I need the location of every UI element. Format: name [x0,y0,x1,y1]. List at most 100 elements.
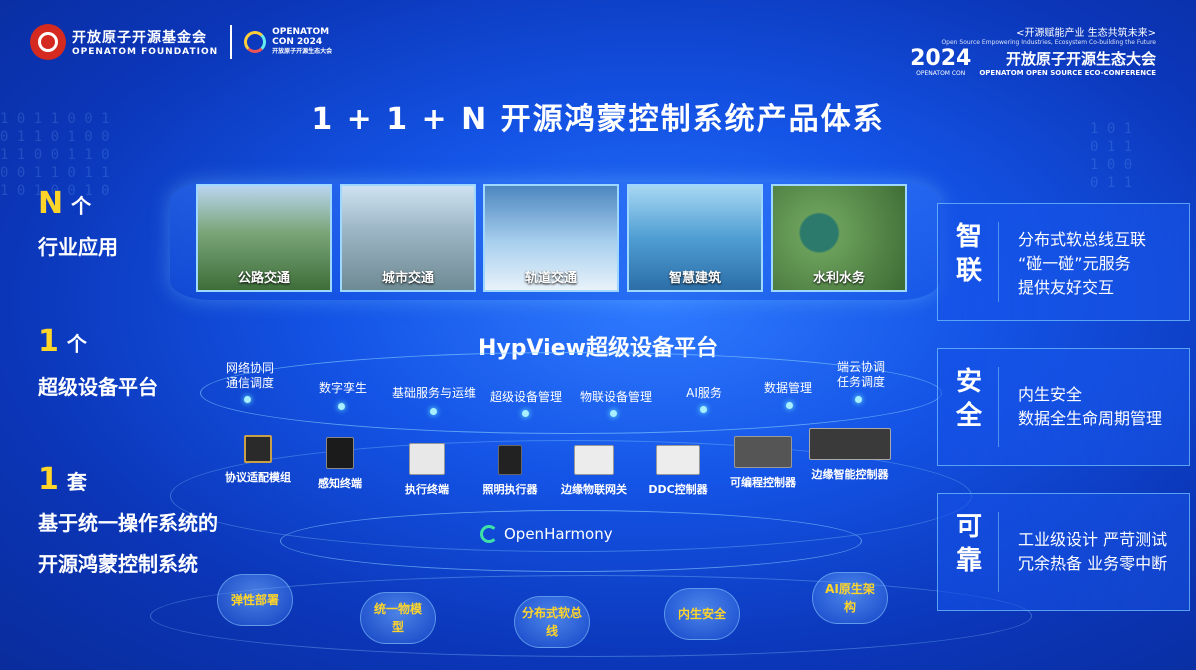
service-label: 端云协调 [836,360,885,374]
industry-tile-smart-building: 智慧建筑 [627,184,763,292]
service-dot [786,402,793,409]
label-system-desc2: 开源鸿蒙控制系统 [38,552,198,576]
card-heading-char2: 全 [956,401,983,431]
feature-cloud: 内生安全 [664,588,740,640]
cloud-label-line2: 型 [391,620,404,634]
edge-controller-icon [809,428,891,460]
device-sensor-terminal: 感知终端 [308,437,372,491]
cloud-label-line2: 构 [843,600,856,614]
card-lines: 工业级设计 严苛测试 冗余热备 业务零中断 [1018,528,1167,576]
card-heading-char1: 安 [956,367,983,397]
openharmony-label: OpenHarmony [504,525,613,543]
service-label: 物联设备管理 [579,390,652,404]
device-edge-smart-controller: 边缘智能控制器 [800,428,900,482]
conference-logo: <开源赋能产业 生态共筑未来> Open Source Empowering I… [910,24,1156,77]
header-logo-group: 开放原子开源基金会 OPENATOM FOUNDATION OPENATOM C… [30,24,332,60]
device-label: DDC控制器 [648,483,708,496]
device-protocol-module: 协议适配模组 [218,435,298,485]
org-name-en: OPENATOM FOUNDATION [72,47,219,57]
label-n-desc: 行业应用 [38,235,118,259]
card-heading: 智联 [956,220,986,288]
device-label: 执行终端 [405,483,449,496]
feature-card-reliability: 可靠 工业级设计 严苛测试 冗余热备 业务零中断 [937,493,1190,611]
industry-caption: 水利水务 [812,271,865,286]
con-line2: CON 2024 [272,37,323,47]
industry-caption: 智慧建筑 [668,271,721,286]
openharmony-logo: OpenHarmony [480,525,613,543]
service-label: 数据管理 [763,381,812,395]
gateway-icon [574,445,614,475]
cloud-label: AI原生架 [825,582,875,596]
label-system-unit: 套 [66,470,87,494]
con-logo-text: OPENATOM CON 2024 开放原子开源生态大会 [272,27,332,57]
card-heading-char2: 联 [956,256,983,286]
cloud-label-line2: 线 [545,624,558,638]
card-line: 冗余热备 业务零中断 [1018,554,1168,573]
conference-slogan-en: Open Source Empowering Industries, Ecosy… [941,39,1156,46]
card-divider [998,512,999,592]
feature-cloud: 统一物模型 [360,592,436,644]
card-heading: 安全 [956,365,986,433]
device-label: 可编程控制器 [730,476,796,489]
label-n-industry: N个 行业应用 [38,186,118,260]
service-label: 网络协同 [225,361,274,375]
device-label: 感知终端 [318,477,362,490]
openatom-con-ring-icon [244,31,267,53]
service-dot [855,396,862,403]
conference-name-en: OPENATOM OPEN SOURCE ECO-CONFERENCE [979,69,1156,77]
module-icon [244,435,272,463]
device-plc: 可编程控制器 [718,436,808,490]
con-line3: 开放原子开源生态大会 [272,48,333,55]
feature-card-security: 安全 内生安全 数据全生命周期管理 [937,348,1190,466]
label-system-number: 1 [38,462,59,497]
openatom-logo-icon [30,24,66,60]
service-node: 数据管理 [756,381,820,396]
device-label: 协议适配模组 [225,471,291,484]
service-node: 超级设备管理 [483,390,569,405]
service-dot [610,410,617,417]
service-dot [430,408,437,415]
label-platform-desc: 超级设备平台 [38,375,158,399]
service-node: 物联设备管理 [573,390,659,405]
feature-cloud: 弹性部署 [217,574,293,626]
service-node: 基础服务与运维 [386,386,482,401]
device-label: 边缘智能控制器 [811,468,889,481]
industry-tile-urban-transit: 城市交通 [340,184,476,292]
service-node: 网络协同 通信调度 [213,361,287,391]
device-ddc-controller: DDC控制器 [640,445,716,497]
card-heading-char1: 可 [956,512,983,542]
org-name-cn: 开放原子开源基金会 [72,30,207,46]
device-execution-terminal: 执行终端 [395,443,459,497]
logo-divider [230,25,233,59]
card-line: 提供友好交互 [1018,278,1115,297]
conference-year-sub: OPENATOM CON [916,70,966,77]
card-line: 分布式软总线互联 [1018,230,1147,249]
industry-tile-rail-transit: 轨道交通 [483,184,619,292]
card-heading-char1: 智 [956,222,983,252]
conference-name-cn: 开放原子开源生态大会 [1005,50,1156,68]
service-node: 数字孪生 [308,381,378,396]
cloud-label: 弹性部署 [230,593,279,607]
industry-caption: 城市交通 [381,271,434,286]
feature-card-smart-connect: 智联 分布式软总线互联 “碰一碰”元服务 提供友好交互 [937,203,1190,321]
openharmony-icon [480,525,498,543]
lighting-actuator-icon [498,445,522,475]
org-name: 开放原子开源基金会 OPENATOM FOUNDATION [72,27,218,57]
ddc-icon [656,445,700,475]
card-line: 内生安全 [1018,385,1083,404]
card-lines: 分布式软总线互联 “碰一碰”元服务 提供友好交互 [1018,228,1146,300]
cloud-label: 内生安全 [677,607,726,621]
label-n-number: N [38,186,64,221]
service-label: 基础服务与运维 [391,386,476,400]
cloud-label: 分布式软总 [521,606,582,620]
feature-cloud: AI原生架构 [812,572,888,624]
sensor-icon [326,437,354,469]
card-line: 数据全生命周期管理 [1018,409,1163,428]
conference-year: 2024 [910,46,972,71]
service-label-line2: 通信调度 [225,376,274,390]
service-node: 端云协调 任务调度 [826,360,896,390]
service-label: 超级设备管理 [489,390,562,404]
executor-icon [409,443,445,475]
device-label: 边缘物联网关 [561,483,627,496]
device-edge-gateway: 边缘物联网关 [551,445,637,497]
